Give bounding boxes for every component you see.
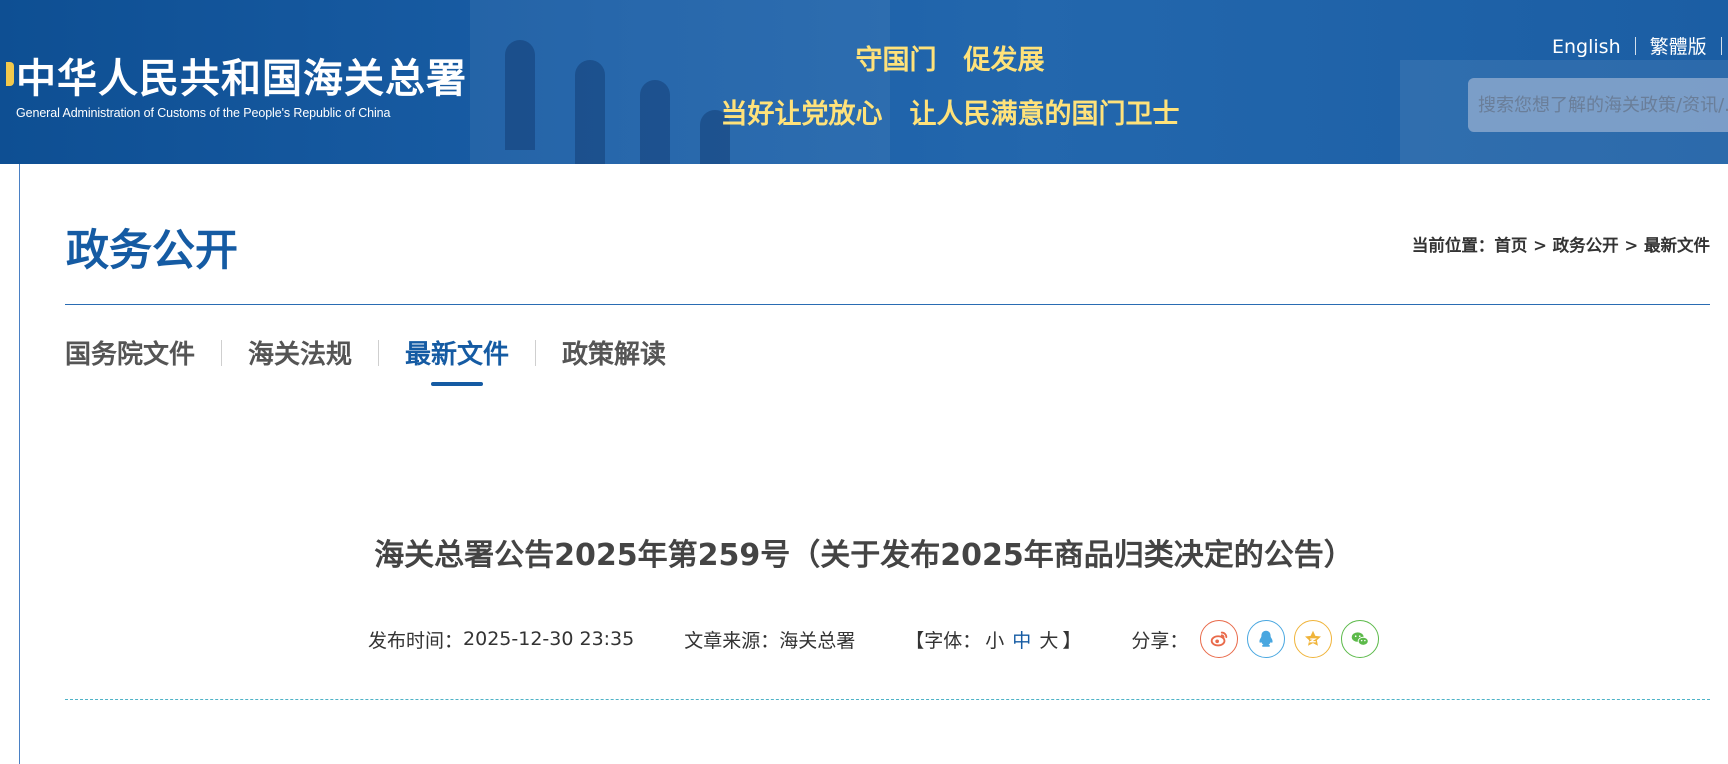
tab-divider bbox=[221, 339, 223, 366]
lang-divider bbox=[1634, 37, 1636, 55]
breadcrumb-latest-docs[interactable]: 最新文件 bbox=[1644, 236, 1710, 255]
search-input[interactable] bbox=[1478, 94, 1728, 116]
english-link[interactable]: English bbox=[1552, 36, 1621, 58]
weibo-icon[interactable] bbox=[1200, 620, 1239, 658]
left-border bbox=[19, 164, 20, 764]
breadcrumb-prefix: 当前位置： bbox=[1411, 236, 1495, 255]
lang-divider bbox=[1720, 37, 1722, 55]
share-label: 分享： bbox=[1131, 629, 1189, 652]
tab-state-council-docs[interactable]: 国务院文件 bbox=[65, 334, 195, 371]
meta-divider bbox=[65, 699, 1710, 700]
publish-label: 发布时间： bbox=[368, 629, 464, 652]
article-meta: 发布时间： 2025-12-30 23:35 文章来源： 海关总署 【字体：小中大】… bbox=[368, 620, 1388, 658]
search-box[interactable] bbox=[1468, 78, 1728, 132]
article-source: 海关总署 bbox=[779, 629, 856, 652]
publish-time: 2025-12-30 23:35 bbox=[463, 628, 635, 650]
slogan-line-1: 守国门 促发展 bbox=[855, 45, 1045, 76]
logo-chinese: 中华人民共和国海关总署 bbox=[16, 55, 467, 102]
breadcrumb-home[interactable]: 首页 bbox=[1494, 236, 1527, 255]
font-size-large[interactable]: 大 bbox=[1039, 626, 1058, 653]
building-window bbox=[505, 40, 535, 150]
language-links: English 繁體版 bbox=[1552, 32, 1728, 59]
page-title: 政务公开 bbox=[66, 226, 238, 276]
building-window bbox=[575, 60, 605, 164]
section-tabs: 国务院文件 海关法规 最新文件 政策解读 bbox=[65, 334, 666, 386]
site-logo[interactable]: 中华人民共和国海关总署 General Administration of Cu… bbox=[6, 46, 467, 120]
traditional-chinese-link[interactable]: 繁體版 bbox=[1650, 36, 1707, 58]
wechat-icon[interactable] bbox=[1341, 620, 1380, 658]
qq-icon[interactable] bbox=[1247, 620, 1286, 658]
slogan-line-2: 当好让党放心 让人民满意的国门卫士 bbox=[720, 99, 1180, 130]
building-window bbox=[640, 80, 670, 164]
title-divider bbox=[65, 304, 1710, 305]
logo-english: General Administration of Customs of the… bbox=[16, 106, 391, 120]
article-title: 海关总署公告2025年第259号（关于发布2025年商品归类决定的公告） bbox=[374, 538, 1354, 573]
font-size-close: 】 bbox=[1062, 629, 1082, 652]
font-size-medium[interactable]: 中 bbox=[1012, 626, 1031, 653]
share-buttons bbox=[1200, 620, 1388, 658]
tab-customs-regulations[interactable]: 海关法规 bbox=[248, 334, 352, 371]
breadcrumb-gov-affairs[interactable]: 政务公开 bbox=[1553, 236, 1619, 255]
qzone-icon[interactable] bbox=[1294, 620, 1333, 658]
source-label: 文章来源： bbox=[684, 629, 780, 652]
font-size-small[interactable]: 小 bbox=[985, 626, 1004, 653]
breadcrumb: 当前位置：首页 > 政务公开 > 最新文件 bbox=[1412, 232, 1710, 256]
site-header: 中华人民共和国海关总署 General Administration of Cu… bbox=[0, 0, 1728, 164]
breadcrumb-separator: > bbox=[1618, 236, 1644, 255]
tab-policy-interpretation[interactable]: 政策解读 bbox=[562, 334, 666, 371]
breadcrumb-separator: > bbox=[1527, 236, 1553, 255]
tab-divider bbox=[378, 339, 380, 366]
tab-latest-docs[interactable]: 最新文件 bbox=[405, 334, 509, 386]
font-size-open: 【字体： bbox=[905, 629, 982, 652]
tab-divider bbox=[535, 339, 537, 366]
emblem-icon bbox=[6, 62, 14, 86]
